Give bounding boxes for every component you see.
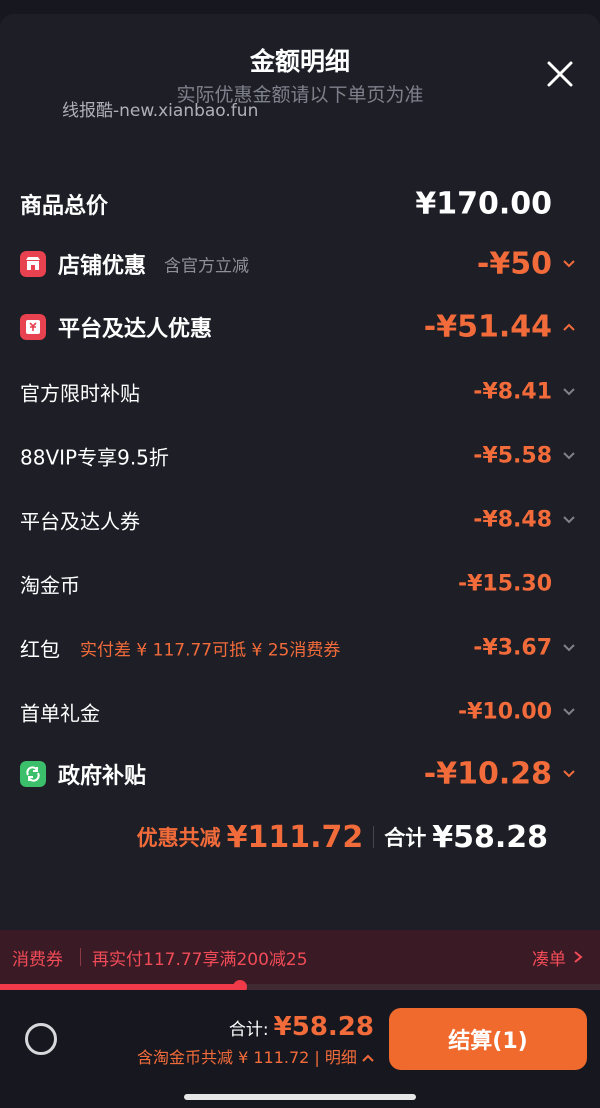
discount-value: ¥111.72 xyxy=(226,819,364,855)
discount-label: 优惠共减 xyxy=(136,826,221,850)
chevron-down-icon[interactable] xyxy=(562,385,576,399)
row-amount: -¥10.28 xyxy=(423,756,552,792)
row-amount: -¥15.30 xyxy=(457,571,552,597)
bottom-detail-link[interactable]: 含淘金币共减 ¥ 111.72 | 明细 xyxy=(137,1044,374,1068)
select-all-radio[interactable] xyxy=(25,1023,57,1055)
home-indicator xyxy=(184,1094,416,1100)
refresh-icon xyxy=(20,761,46,787)
store-icon xyxy=(20,251,46,277)
divider xyxy=(373,826,375,848)
chevron-down-icon[interactable] xyxy=(562,513,576,527)
row-label: 首单礼金 xyxy=(20,701,100,726)
row-amount: -¥8.48 xyxy=(473,507,552,533)
total-label: 合计 xyxy=(384,826,427,850)
row-label: 官方限时补贴 xyxy=(20,381,140,406)
row-88vip-discount[interactable]: 88VIP专享9.5折 -¥5.58 xyxy=(20,436,580,476)
divider xyxy=(80,948,81,966)
row-label: 88VIP专享9.5折 xyxy=(20,445,169,470)
bottom-totals: 合计: ¥58.28 含淘金币共减 ¥ 111.72 | 明细 xyxy=(137,1012,374,1068)
chevron-down-icon[interactable] xyxy=(562,767,576,781)
coupon-bar[interactable]: 消费券 再实付117.77享满200减25 凑单 xyxy=(0,930,600,984)
bottom-total-label: 合计: xyxy=(228,1020,269,1040)
row-platform-discount[interactable]: 平台及达人优惠 -¥51.44 xyxy=(20,307,580,347)
chevron-right-icon[interactable] xyxy=(572,950,584,964)
row-note: 含官方立减 xyxy=(164,256,249,277)
row-label: 平台及达人券 xyxy=(20,509,140,534)
row-government-subsidy[interactable]: 政府补贴 -¥10.28 xyxy=(20,754,580,794)
row-amount: -¥10.00 xyxy=(457,699,552,725)
row-first-order-gift[interactable]: 首单礼金 -¥10.00 xyxy=(20,692,580,732)
coupon-icon xyxy=(20,314,46,340)
chevron-down-icon[interactable] xyxy=(562,641,576,655)
total-value: ¥58.28 xyxy=(432,819,548,855)
bottom-bar: 合计: ¥58.28 含淘金币共减 ¥ 111.72 | 明细 结算(1) xyxy=(0,990,600,1108)
row-total-price: 商品总价 ¥170.00 xyxy=(20,184,580,224)
row-amount: -¥5.58 xyxy=(473,443,552,469)
row-taojinbi: 淘金币 -¥15.30 xyxy=(20,564,580,604)
row-platform-coupon[interactable]: 平台及达人券 -¥8.48 xyxy=(20,500,580,540)
row-label: 店铺优惠 xyxy=(58,254,147,279)
coupon-tag: 消费券 xyxy=(12,950,63,970)
row-label: 淘金币 xyxy=(20,573,80,598)
checkout-button[interactable]: 结算(1) xyxy=(389,1008,587,1070)
row-amount: -¥8.41 xyxy=(473,379,552,405)
chevron-down-icon[interactable] xyxy=(562,705,576,719)
page-title: 金额明细 xyxy=(249,47,350,76)
row-label: 红包 xyxy=(20,637,60,662)
coupon-link[interactable]: 凑单 xyxy=(532,945,566,970)
chevron-up-icon xyxy=(362,1054,374,1062)
bottom-detail-text: 含淘金币共减 ¥ 111.72 | 明细 xyxy=(137,1048,357,1067)
watermark: 线报酷-new.xianbao.fun xyxy=(62,101,259,121)
row-amount: -¥50 xyxy=(476,246,552,282)
summary-line: 优惠共减 ¥111.72 合计 ¥58.28 xyxy=(137,815,548,859)
chevron-down-icon[interactable] xyxy=(562,257,576,271)
row-official-subsidy[interactable]: 官方限时补贴 -¥8.41 xyxy=(20,372,580,412)
chevron-up-icon[interactable] xyxy=(562,320,576,334)
row-label: 平台及达人优惠 xyxy=(58,317,213,342)
bottom-total-value: ¥58.28 xyxy=(273,1012,374,1042)
row-label: 政府补贴 xyxy=(58,764,147,789)
row-amount: ¥170.00 xyxy=(415,186,552,222)
row-store-discount[interactable]: 店铺优惠 含官方立减 -¥50 xyxy=(20,244,580,284)
close-icon[interactable] xyxy=(544,58,576,90)
coupon-description: 再实付117.77享满200减25 xyxy=(92,950,308,970)
row-red-packet[interactable]: 红包 实付差 ¥ 117.77可抵 ¥ 25消费券 -¥3.67 xyxy=(20,628,580,668)
row-label: 商品总价 xyxy=(20,194,109,219)
row-note: 实付差 ¥ 117.77可抵 ¥ 25消费券 xyxy=(80,640,341,661)
row-amount: -¥3.67 xyxy=(473,635,552,661)
row-amount: -¥51.44 xyxy=(423,309,552,345)
chevron-down-icon[interactable] xyxy=(562,449,576,463)
